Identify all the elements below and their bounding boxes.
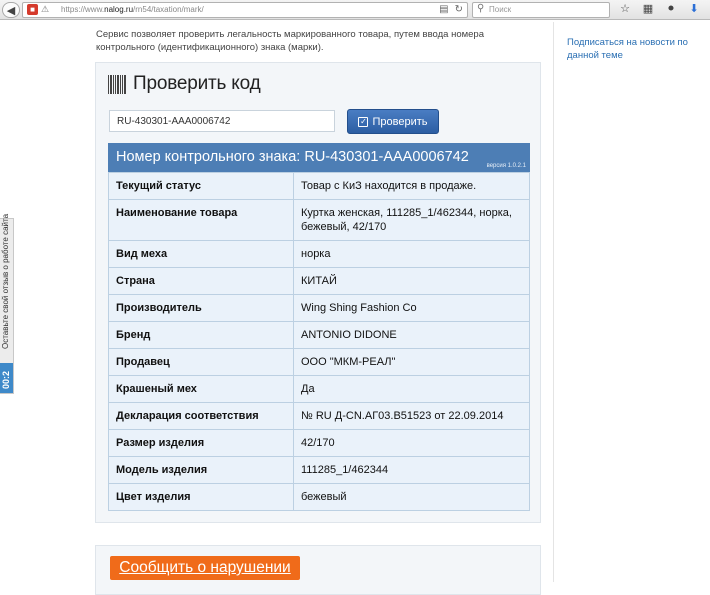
property-value: ANTONIO DIDONE [293,321,530,349]
property-name: Декларация соответствия [108,402,294,430]
report-violation-button[interactable]: Сообщить о нарушении [110,556,300,580]
property-value: Куртка женская, 111285_1/462344, норка, … [293,199,530,241]
url-text: https://www.nalog.ru/rn54/taxation/mark/ [61,5,204,14]
result-card: Номер контрольного знака: RU-430301-AAA0… [108,143,530,511]
check-code-panel: Проверить код ✓ Проверить Номер контроль… [95,62,541,523]
property-name: Бренд [108,321,294,349]
property-name: Крашеный мех [108,375,294,403]
property-value: 111285_1/462344 [293,456,530,484]
table-row: Модель изделия 111285_1/462344 [108,456,530,484]
property-value: Товар с КиЗ находится в продаже. [293,172,530,200]
panel-title: Проверить код [108,73,261,95]
property-value: бежевый [293,483,530,511]
property-value: норка [293,240,530,268]
result-header: Номер контрольного знака: RU-430301-AAA0… [108,143,530,172]
address-bar[interactable]: ■ ⚠ https://www.nalog.ru/rn54/taxation/m… [22,2,468,18]
property-value: ООО "МКМ-РЕАЛ" [293,348,530,376]
property-name: Вид меха [108,240,294,268]
sidebar-divider [553,22,554,582]
back-button[interactable]: ◀ [2,2,20,18]
search-input[interactable]: Поиск [489,5,511,14]
table-row: Вид меха норка [108,240,530,268]
feedback-label: Оставьте свой отзыв о работе сайта [1,213,10,349]
property-name: Цвет изделия [108,483,294,511]
table-row: Бренд ANTONIO DIDONE [108,321,530,349]
feedback-tab[interactable]: Оставьте свой отзыв о работе сайта 00:2 [0,213,14,394]
page-title: Проверить код [133,73,261,94]
feedback-counter: 00:2 [0,363,13,393]
search-bar[interactable]: ⚲ Поиск [472,2,610,18]
checkbox-icon: ✓ [358,116,369,127]
check-button[interactable]: ✓ Проверить [347,109,439,134]
table-row: Цвет изделия бежевый [108,483,530,511]
version-label: версия 1.0.2.1 [486,163,526,169]
reload-icon[interactable]: ↻ [455,4,463,15]
site-favicon-icon: ■ [27,4,38,15]
table-row: Продавец ООО "МКМ-РЕАЛ" [108,348,530,376]
property-value: КИТАЙ [293,267,530,295]
check-button-label: Проверить [372,115,428,128]
property-name: Размер изделия [108,429,294,457]
property-name: Текущий статус [108,172,294,200]
download-icon[interactable]: ⬇ [687,2,701,15]
property-value: № RU Д-CN.АГ03.В51523 от 22.09.2014 [293,402,530,430]
property-name: Страна [108,267,294,295]
table-row: Текущий статус Товар с КиЗ находится в пр… [108,172,530,200]
arrow-left-icon: ◀ [6,4,16,17]
subscribe-news-link[interactable]: Подписаться на новости по данной теме [567,36,697,62]
intro-text: Сервис позволяет проверить легальность м… [96,29,484,53]
bookmark-star-icon[interactable]: ☆ [618,2,632,15]
report-panel: Сообщить о нарушении [95,545,541,595]
barcode-icon [108,74,127,94]
property-name: Производитель [108,294,294,322]
table-row: Размер изделия 42/170 [108,429,530,457]
reader-view-icon[interactable]: ▤ [439,4,448,15]
table-row: Декларация соответствия № RU Д-CN.АГ03.В5… [108,402,530,430]
table-row: Производитель Wing Shing Fashion Co [108,294,530,322]
property-value: 42/170 [293,429,530,457]
library-icon[interactable]: ▦ [641,2,655,15]
table-row: Страна КИТАЙ [108,267,530,295]
browser-toolbar: ◀ ■ ⚠ https://www.nalog.ru/rn54/taxation… [0,0,710,20]
lock-icon[interactable]: ⚠ [41,4,55,15]
table-row: Наименование товара Куртка женская, 11128… [108,199,530,241]
property-value: Wing Shing Fashion Co [293,294,530,322]
property-name: Наименование товара [108,199,294,241]
property-name: Продавец [108,348,294,376]
property-value: Да [293,375,530,403]
result-header-title: Номер контрольного знака: RU-430301-AAA0… [116,149,469,165]
search-icon: ⚲ [477,3,485,14]
properties-table: Текущий статус Товар с КиЗ находится в пр… [108,172,530,511]
code-input[interactable] [109,110,335,132]
shield-icon[interactable]: ⚫ [664,2,678,15]
property-name: Модель изделия [108,456,294,484]
table-row: Крашеный мех Да [108,375,530,403]
